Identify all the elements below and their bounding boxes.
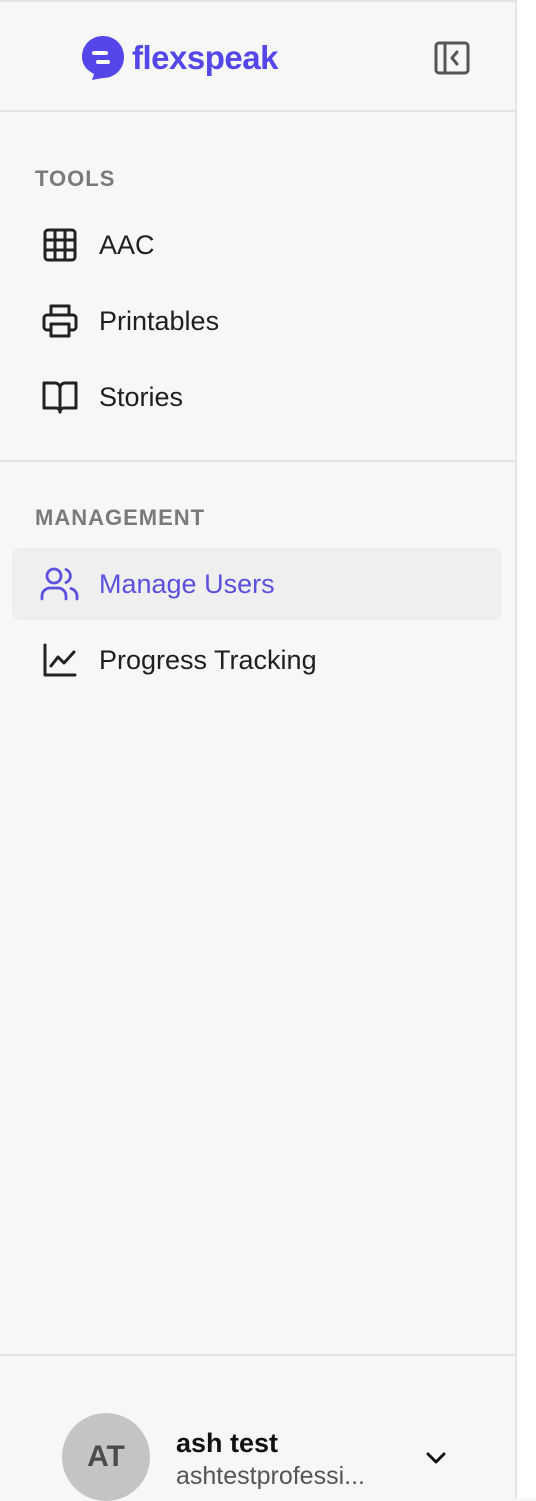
nav-item-label: Progress Tracking: [99, 644, 317, 675]
user-email: ashtestprofessi...: [176, 1462, 365, 1490]
nav-item-label: Stories: [99, 381, 184, 412]
nav-item-label: Printables: [99, 305, 220, 336]
section-title-tools: TOOLS: [35, 166, 116, 191]
user-menu-button[interactable]: [420, 1442, 452, 1474]
chart-line-icon: [40, 640, 80, 680]
flexspeak-logo-icon: [82, 36, 124, 80]
nav-item-label: Manage Users: [99, 568, 275, 599]
grid-icon: [40, 225, 80, 265]
section-title-management: MANAGEMENT: [35, 505, 206, 530]
nav-item-aac[interactable]: AAC: [12, 209, 502, 281]
sidebar: flexspeak TOOLS AAC Printables Stories M…: [0, 0, 517, 1501]
users-icon: [40, 564, 80, 604]
printer-icon: [40, 301, 80, 341]
brand-logo[interactable]: flexspeak: [80, 34, 278, 82]
sidebar-header: flexspeak: [0, 2, 515, 112]
nav-item-progress-tracking[interactable]: Progress Tracking: [12, 624, 502, 696]
sidebar-collapse-button[interactable]: [433, 40, 471, 76]
brand-name: flexspeak: [132, 39, 278, 76]
book-open-icon: [40, 377, 80, 417]
chevron-down-icon: [426, 1452, 446, 1464]
nav-item-manage-users[interactable]: Manage Users: [12, 548, 502, 620]
nav-item-label: AAC: [99, 229, 155, 260]
user-footer: AT ash test ashtestprofessi...: [0, 1354, 515, 1501]
avatar[interactable]: AT: [62, 1413, 150, 1501]
content-edge: [517, 0, 536, 1498]
nav-item-printables[interactable]: Printables: [12, 285, 502, 357]
user-name: ash test: [176, 1428, 279, 1458]
sidebar-collapse-icon: [434, 41, 470, 75]
nav-item-stories[interactable]: Stories: [12, 361, 502, 433]
tools-section: TOOLS AAC Printables Stories: [0, 114, 515, 462]
